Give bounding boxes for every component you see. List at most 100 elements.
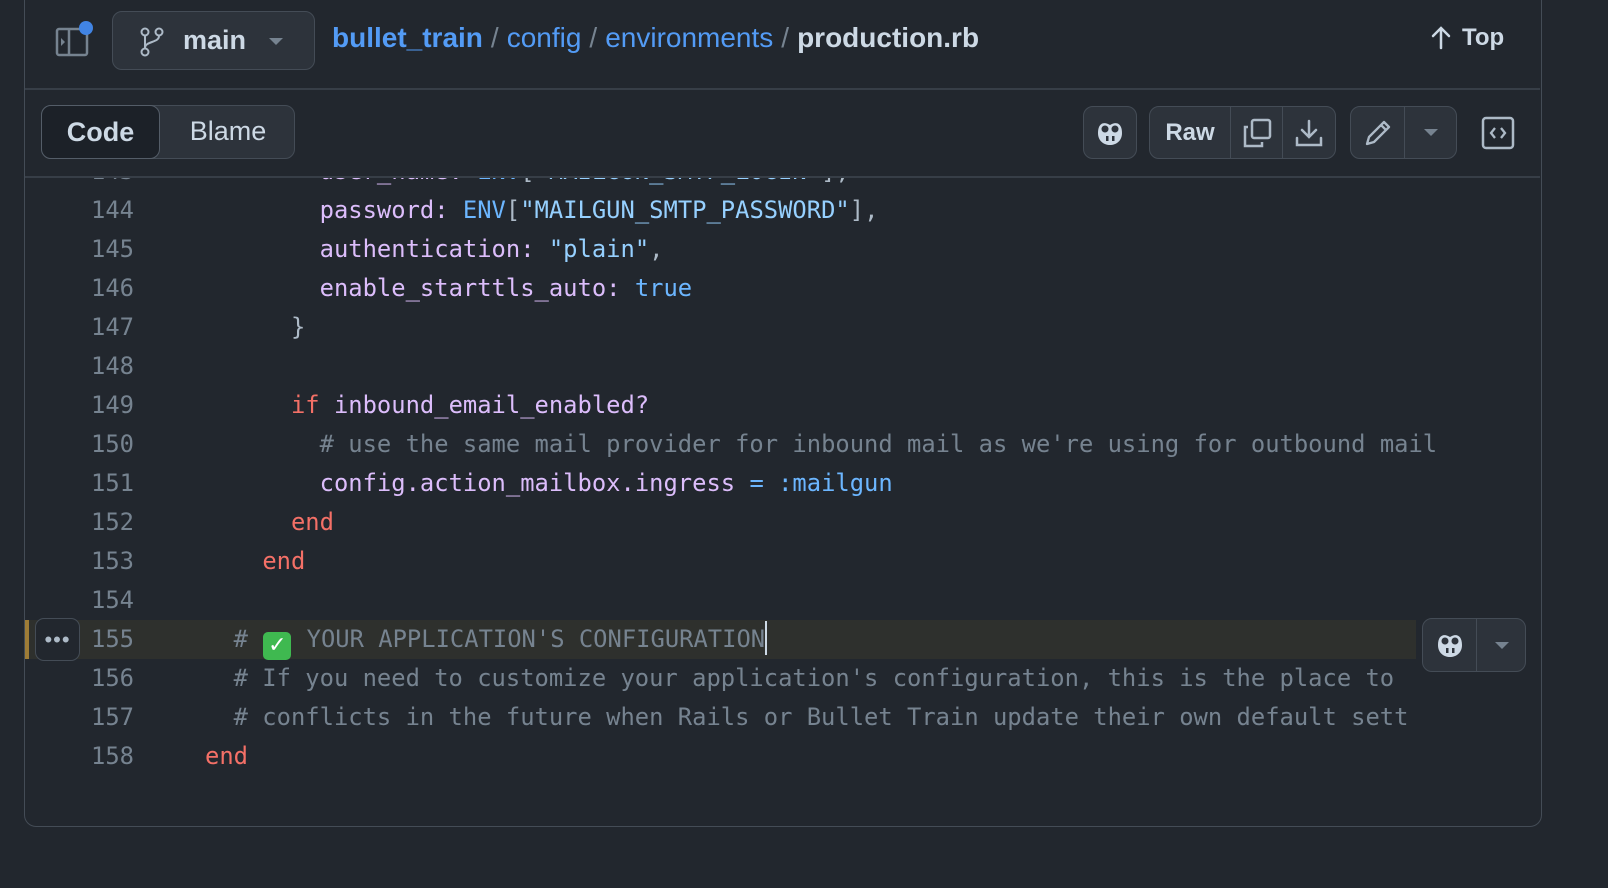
code-lines: 143 user_name: ENV["MAILGUN_SMTP_LOGIN"]… (25, 178, 1540, 776)
code-token: if (290, 391, 320, 419)
breadcrumb-separator: / (589, 22, 598, 53)
tab-blame[interactable]: Blame (162, 106, 294, 157)
code-line: 150 # use the same mail provider for inb… (25, 425, 1540, 464)
line-number[interactable]: 143 (25, 178, 134, 191)
line-number[interactable]: 153 (25, 542, 134, 581)
code-token: enable_starttls_auto: (319, 274, 621, 302)
line-number[interactable]: 156 (25, 659, 134, 698)
code-line: 147 } (25, 308, 1540, 347)
code-line: 151 config.action_mailbox.ingress = :mai… (25, 464, 1540, 503)
copilot-icon (1098, 122, 1122, 145)
code-token: # conflicts in the future when Rails or … (233, 703, 1409, 731)
line-number[interactable]: 154 (25, 581, 134, 620)
code-line: 154 (25, 581, 1540, 620)
line-number[interactable]: 144 (25, 191, 134, 230)
edit-button[interactable] (1351, 107, 1404, 158)
copy-button[interactable] (1230, 107, 1283, 158)
code-line: 158 end (25, 737, 1540, 776)
code-token: true (634, 274, 693, 302)
code-token: ENV (462, 196, 506, 224)
line-number[interactable]: 150 (25, 425, 134, 464)
line-copilot-options-button[interactable] (1476, 619, 1526, 671)
line-copilot-button[interactable] (1423, 619, 1476, 671)
arrow-up-icon (1431, 26, 1451, 50)
line-number[interactable]: 145 (25, 230, 134, 269)
breadcrumb-environments[interactable]: environments (605, 22, 773, 53)
code-token: config.action_mailbox.ingress (319, 469, 736, 497)
triangle-down-icon (1494, 641, 1509, 649)
code-token: password: (319, 196, 449, 224)
line-number[interactable]: 152 (25, 503, 134, 542)
code-token: user_name: (320, 178, 463, 185)
copilot-icon (1437, 635, 1462, 657)
code-line: 155 # ✓ YOUR APPLICATION'S CONFIGURATION (25, 620, 1540, 660)
file-header: main bullet_train / config / environments / pr… (0, 0, 1608, 88)
line-number[interactable]: 148 (25, 347, 134, 386)
code-square-button[interactable] (1481, 116, 1515, 155)
code-token: "plain" (548, 235, 650, 263)
line-options-button[interactable]: ••• (35, 618, 80, 661)
check-mark-emoji-icon: ✓ (263, 632, 292, 660)
tab-code[interactable]: Code (41, 105, 160, 159)
code-square-icon (1481, 116, 1515, 150)
code-token: :mailgun (778, 469, 893, 497)
git-branch-icon (140, 27, 164, 57)
code-token: # If you need to customize your applicat… (233, 664, 1395, 692)
code-view[interactable]: 143 user_name: ENV["MAILGUN_SMTP_LOGIN"]… (25, 178, 1540, 824)
copy-icon (1243, 118, 1272, 147)
divider (25, 88, 1540, 90)
code-line: 152 end (25, 503, 1540, 542)
view-toggle: Code Blame (41, 105, 295, 159)
copilot-button[interactable] (1083, 106, 1137, 159)
line-number[interactable]: 157 (25, 698, 134, 737)
pencil-icon (1365, 120, 1390, 145)
kebab-horizontal-icon: ••• (44, 626, 71, 652)
branch-selector[interactable]: main (112, 11, 315, 70)
download-button[interactable] (1282, 107, 1335, 158)
code-line: 153 end (25, 542, 1540, 581)
raw-button[interactable]: Raw (1150, 107, 1230, 158)
line-code: end (205, 542, 305, 581)
line-number[interactable]: 151 (25, 464, 134, 503)
breadcrumb-repo[interactable]: bullet_train (332, 22, 483, 53)
line-code: end (205, 737, 248, 776)
code-line: 146 enable_starttls_auto: true (25, 269, 1540, 308)
code-line: 149 if inbound_email_enabled? (25, 386, 1540, 425)
line-number[interactable]: 158 (25, 737, 134, 776)
line-number[interactable]: 149 (25, 386, 134, 425)
top-button[interactable]: Top (1430, 24, 1504, 52)
code-token: inbound_email_enabled? (333, 391, 650, 419)
current-file-name: production.rb (797, 22, 980, 53)
breadcrumb: bullet_train / config / environments / product… (332, 22, 979, 54)
line-code: # If you need to customize your applicat… (205, 659, 1394, 698)
line-code: password: ENV["MAILGUN_SMTP_PASSWORD"], (205, 191, 879, 230)
line-number[interactable]: 147 (25, 308, 134, 347)
code-token: end (205, 742, 248, 770)
code-token: [ (505, 196, 521, 224)
triangle-down-icon (1424, 129, 1438, 136)
code-token: "MAILGUN_SMTP_LOGIN" (535, 178, 822, 185)
edit-group (1350, 106, 1457, 159)
line-code: user_name: ENV["MAILGUN_SMTP_LOGIN"], (205, 178, 850, 191)
code-token: } (205, 313, 306, 341)
branch-name: main (183, 25, 247, 55)
breadcrumb-config[interactable]: config (507, 22, 582, 53)
breadcrumb-separator: / (490, 22, 499, 53)
top-label: Top (1462, 24, 1505, 51)
line-number[interactable]: 146 (25, 269, 134, 308)
line-code: # use the same mail provider for inbound… (205, 425, 1438, 464)
edit-options-button[interactable] (1404, 107, 1457, 158)
code-token: ENV (477, 178, 520, 185)
code-token: ], (849, 196, 879, 224)
